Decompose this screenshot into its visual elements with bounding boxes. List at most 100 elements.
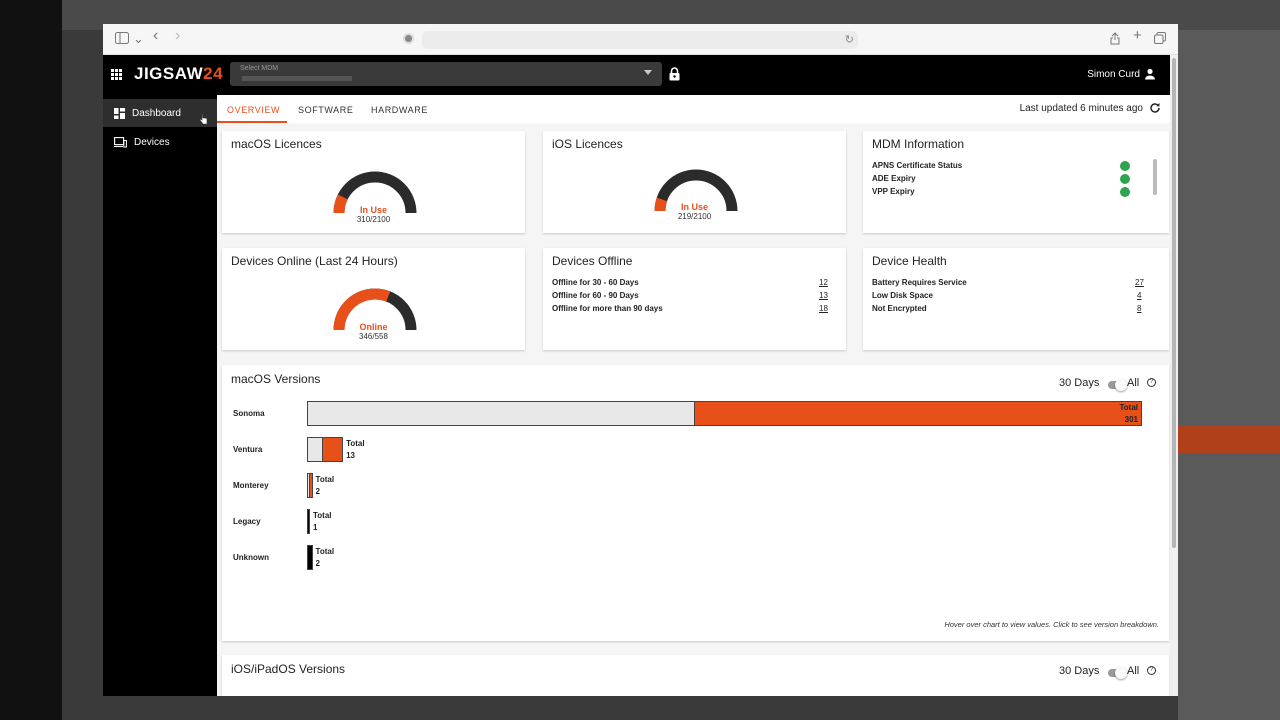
sidebar-item-dashboard[interactable]: Dashboard bbox=[103, 99, 217, 127]
low-disk-link[interactable]: 4 bbox=[1137, 291, 1141, 300]
not-encrypted-link[interactable]: 8 bbox=[1137, 304, 1141, 313]
address-bar[interactable]: ↻ bbox=[422, 31, 858, 49]
refresh-icon[interactable] bbox=[1149, 102, 1161, 114]
sidebar-item-devices[interactable]: Devices bbox=[103, 128, 217, 156]
card-title: iOS/iPadOS Versions bbox=[231, 662, 346, 676]
gauge-count: 346/558 bbox=[359, 332, 388, 341]
ios-licences-card: iOS Licences In Use 219/2100 bbox=[543, 131, 846, 233]
tabs-overview-icon[interactable] bbox=[1154, 32, 1166, 47]
bar[interactable] bbox=[307, 509, 310, 534]
privacy-icon[interactable] bbox=[403, 33, 414, 44]
card-title: Device Health bbox=[872, 254, 947, 268]
dashboard-icon bbox=[114, 107, 125, 119]
offline-60-90-link[interactable]: 13 bbox=[819, 291, 828, 300]
background-left bbox=[0, 0, 62, 720]
help-icon[interactable]: ? bbox=[1147, 666, 1156, 675]
app-launcher-icon[interactable] bbox=[111, 69, 122, 80]
chevron-down-icon[interactable]: ⌄ bbox=[133, 32, 144, 46]
bar-value-label: Total 2 bbox=[315, 547, 335, 568]
back-icon[interactable]: ‹ bbox=[153, 28, 158, 44]
mdm-select-label: Select MDM bbox=[240, 65, 279, 72]
bar[interactable] bbox=[307, 473, 313, 498]
sidebar: Dashboard Devices bbox=[103, 95, 217, 696]
gauge-count: 310/2100 bbox=[356, 215, 391, 224]
last-updated: Last updated 6 minutes ago bbox=[1019, 103, 1143, 114]
bar-label: Monterey bbox=[233, 480, 269, 490]
card-title: macOS Versions bbox=[231, 372, 321, 386]
mdm-info-card: MDM Information APNS Certificate Status … bbox=[863, 131, 1169, 233]
devices-online-card: Devices Online (Last 24 Hours) Online 34… bbox=[222, 248, 525, 350]
main-content: OVERVIEW SOFTWARE HARDWARE Last updated … bbox=[217, 95, 1170, 696]
bar[interactable] bbox=[307, 437, 344, 462]
offline-60-90-label: Offline for 60 - 90 Days bbox=[552, 291, 639, 300]
new-tab-icon[interactable]: + bbox=[1133, 28, 1142, 43]
gauge-count: 219/2100 bbox=[677, 212, 712, 221]
bar-label: Sonoma bbox=[233, 408, 265, 418]
battery-service-link[interactable]: 27 bbox=[1135, 278, 1144, 287]
offline-30-60-label: Offline for 30 - 60 Days bbox=[552, 278, 639, 287]
tab-hardware[interactable]: HARDWARE bbox=[371, 105, 428, 115]
offline-90-plus-label: Offline for more than 90 days bbox=[552, 304, 663, 313]
range-toggle-knob[interactable] bbox=[1115, 667, 1127, 679]
ios-versions-card: iOS/iPadOS Versions 30 Days All ? 17Tota… bbox=[222, 655, 1169, 696]
vpp-expiry-label: VPP Expiry bbox=[872, 187, 915, 196]
help-icon[interactable]: ? bbox=[1147, 378, 1156, 387]
background-bar bbox=[1178, 425, 1280, 453]
bar-segment[interactable] bbox=[694, 402, 1141, 425]
tab-overview[interactable]: OVERVIEW bbox=[227, 105, 280, 115]
bar-segment[interactable] bbox=[322, 438, 343, 461]
bar-label: Legacy bbox=[233, 516, 261, 526]
macos-licences-card: macOS Licences In Use 310/2100 bbox=[222, 131, 525, 233]
not-encrypted-label: Not Encrypted bbox=[872, 304, 927, 313]
bar-label: Unknown bbox=[233, 552, 269, 562]
forward-icon[interactable]: › bbox=[175, 28, 180, 44]
toggle-30days-label: 30 Days bbox=[1059, 377, 1100, 389]
background-right bbox=[1178, 30, 1280, 720]
share-icon[interactable] bbox=[1110, 32, 1120, 48]
chevron-down-icon bbox=[644, 70, 652, 75]
card-title: iOS Licences bbox=[552, 137, 623, 151]
toggle-30days-label: 30 Days bbox=[1059, 665, 1100, 677]
gauge-status: Online bbox=[359, 322, 388, 332]
battery-service-label: Battery Requires Service bbox=[872, 278, 967, 287]
bar-label: Ventura bbox=[233, 444, 263, 454]
macos-versions-card: macOS Versions 30 Days All ? Sonoma Total… bbox=[222, 365, 1169, 641]
gauge-status: In Use bbox=[680, 202, 708, 212]
tab-indicator bbox=[217, 121, 287, 123]
user-name[interactable]: Simon Curd bbox=[1087, 69, 1140, 80]
reload-icon[interactable]: ↻ bbox=[845, 33, 854, 46]
bar-segment[interactable] bbox=[308, 474, 312, 497]
user-icon[interactable] bbox=[1144, 68, 1156, 80]
gauge-status: In Use bbox=[359, 205, 387, 215]
bar[interactable] bbox=[307, 401, 1142, 426]
card-title: Devices Online (Last 24 Hours) bbox=[231, 254, 398, 268]
app-logo: JIGSAW24 bbox=[134, 64, 224, 83]
tab-bar: OVERVIEW SOFTWARE HARDWARE Last updated … bbox=[217, 95, 1170, 123]
sidebar-item-label: Devices bbox=[134, 136, 170, 148]
mdm-select-value bbox=[242, 76, 352, 81]
toggle-all-label: All bbox=[1127, 665, 1140, 677]
offline-30-60-link[interactable]: 12 bbox=[819, 278, 828, 287]
bar-value-label: Total 2 bbox=[315, 475, 335, 496]
scrollbar-thumb[interactable] bbox=[1172, 58, 1176, 548]
lock-icon[interactable] bbox=[669, 67, 680, 81]
ade-expiry-label: ADE Expiry bbox=[872, 174, 916, 183]
card-scrollbar[interactable] bbox=[1153, 159, 1157, 195]
sidebar-item-label: Dashboard bbox=[132, 107, 181, 119]
devices-offline-card: Devices Offline Offline for 30 - 60 Days… bbox=[543, 248, 846, 350]
card-title: Devices Offline bbox=[552, 254, 633, 268]
mdm-select[interactable]: Select MDM bbox=[230, 62, 662, 86]
browser-toolbar: ⌄ ‹ › ↻ + bbox=[103, 24, 1178, 55]
bar[interactable] bbox=[307, 545, 313, 570]
hand-cursor-icon bbox=[199, 113, 208, 125]
devices-icon bbox=[114, 136, 127, 147]
apns-status-dot bbox=[1120, 161, 1130, 171]
offline-90-plus-link[interactable]: 18 bbox=[819, 304, 828, 313]
ade-status-dot bbox=[1120, 174, 1130, 184]
chart-hint: Hover over chart to view values. Click t… bbox=[944, 620, 1159, 629]
sidebar-toggle-icon[interactable] bbox=[115, 32, 129, 47]
range-toggle-knob[interactable] bbox=[1115, 379, 1127, 391]
card-title: MDM Information bbox=[872, 137, 965, 151]
tab-software[interactable]: SOFTWARE bbox=[298, 105, 353, 115]
page-scrollbar[interactable] bbox=[1170, 55, 1178, 696]
